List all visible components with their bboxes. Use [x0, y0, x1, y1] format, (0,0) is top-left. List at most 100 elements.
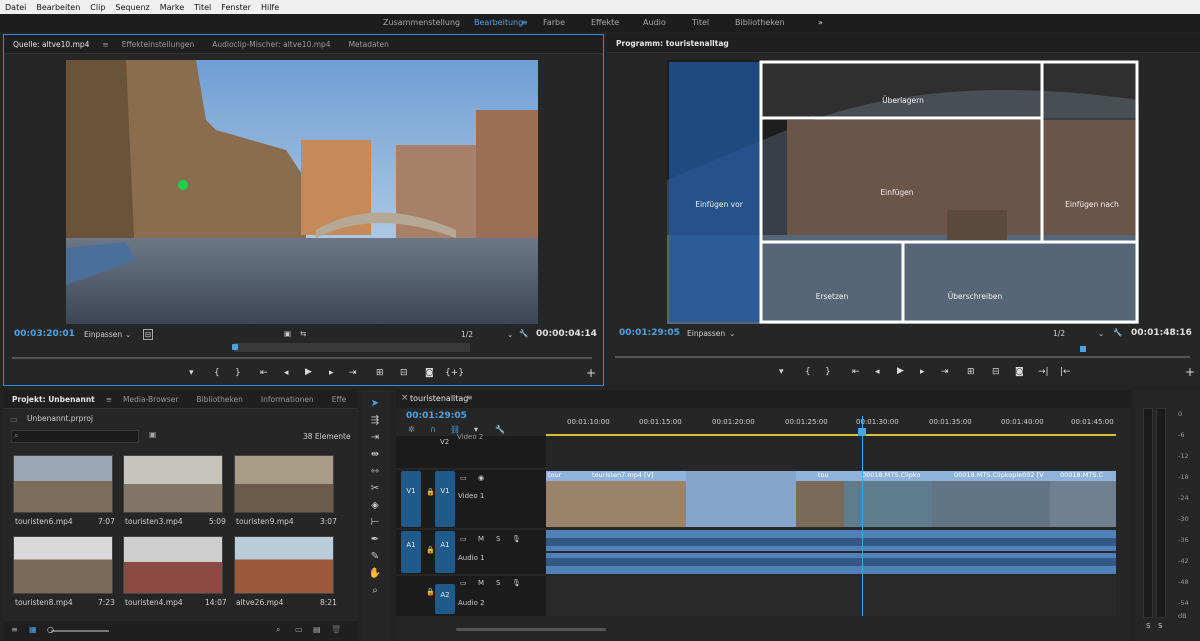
program-fit-dropdown[interactable]: Einpassen: [687, 329, 725, 338]
thumbnail-touristen4[interactable]: [123, 536, 223, 594]
insert-icon[interactable]: ⊞: [376, 368, 384, 378]
panel-menu-icon[interactable]: ≡: [104, 395, 114, 404]
workspace-tab-bibliotheken[interactable]: Bibliotheken: [735, 18, 785, 27]
marker-icon[interactable]: ▾: [779, 367, 784, 377]
solo-right-button[interactable]: S: [1158, 622, 1162, 630]
lock-icon[interactable]: 🔒: [426, 546, 435, 554]
solo-left-button[interactable]: S: [1146, 622, 1150, 630]
tab-effect-controls[interactable]: Effekteinstellungen: [113, 40, 204, 49]
workspace-tab-titel[interactable]: Titel: [692, 18, 709, 27]
marker-icon[interactable]: ▾: [189, 368, 194, 378]
new-item-icon[interactable]: ▤: [313, 625, 321, 634]
slip-icon[interactable]: ◈: [367, 500, 383, 511]
list-view-icon[interactable]: ≡: [11, 625, 18, 634]
track-target[interactable]: V1: [435, 471, 455, 527]
thumbnail-touristen9[interactable]: [234, 455, 334, 513]
zoom-icon[interactable]: ⌕: [367, 585, 383, 596]
program-scale-dropdown[interactable]: 1/2: [1053, 329, 1065, 338]
go-to-in-icon[interactable]: |←: [1060, 367, 1071, 377]
menu-sequenz[interactable]: Sequenz: [110, 3, 154, 12]
menu-datei[interactable]: Datei: [0, 3, 31, 12]
eye-icon[interactable]: ◉: [478, 474, 484, 482]
tab-media-browser[interactable]: Media-Browser: [114, 395, 187, 404]
zoom-handle-icon[interactable]: ○: [47, 625, 54, 634]
mute-button[interactable]: M: [478, 579, 484, 587]
tab-project[interactable]: Projekt: Unbenannt: [3, 395, 104, 404]
ripple-edit-icon[interactable]: ⇥: [367, 432, 383, 443]
step-forward-icon[interactable]: ▸: [920, 367, 925, 377]
track-target[interactable]: V2: [440, 438, 449, 446]
icon-view-icon[interactable]: ▦: [29, 625, 37, 634]
go-to-out-icon[interactable]: ⇥: [349, 368, 357, 378]
new-bin-icon[interactable]: ▣: [149, 430, 157, 439]
menu-marke[interactable]: Marke: [155, 3, 189, 12]
menu-titel[interactable]: Titel: [189, 3, 216, 12]
panel-menu-icon[interactable]: ≡: [98, 40, 112, 49]
workspace-tab-zusammenstellung[interactable]: Zusammenstellung: [383, 18, 460, 27]
chevron-down-icon[interactable]: ⌄: [507, 330, 513, 339]
rate-stretch-icon[interactable]: ⇿: [367, 466, 383, 477]
track-select-icon[interactable]: ⇶: [367, 415, 383, 426]
source-scrub-bar[interactable]: [12, 357, 592, 359]
tab-program[interactable]: Programm: touristenalltag: [607, 39, 738, 48]
track-target[interactable]: A2: [435, 584, 455, 614]
horizontal-scrollbar[interactable]: [456, 628, 606, 631]
mic-icon[interactable]: 🎙: [512, 579, 521, 587]
camera-icon[interactable]: ◙: [425, 368, 434, 378]
toggle-sync-icon[interactable]: ▭: [460, 579, 467, 587]
hand-icon[interactable]: ✋: [367, 568, 383, 579]
toggle-sync-icon[interactable]: ▭: [460, 535, 467, 543]
menu-fenster[interactable]: Fenster: [216, 3, 256, 12]
source-patch-v1[interactable]: V1: [401, 471, 421, 527]
extract-icon[interactable]: ⊟: [992, 367, 1000, 377]
rolling-edit-icon[interactable]: ⇹: [367, 449, 383, 460]
insert-after-drop-zone[interactable]: Einfügen nach: [1052, 200, 1132, 209]
step-forward-icon[interactable]: ▸: [329, 368, 334, 378]
search-input[interactable]: ⌕: [11, 430, 139, 443]
mark-in-icon[interactable]: {: [214, 368, 220, 378]
program-scrub-bar[interactable]: [615, 356, 1190, 358]
tab-source[interactable]: Quelle: altve10.mp4: [4, 40, 98, 49]
lift-icon[interactable]: ⊞: [967, 367, 975, 377]
camera-icon[interactable]: ◙: [1015, 367, 1024, 377]
program-playhead[interactable]: [1080, 346, 1086, 352]
source-fit-dropdown[interactable]: Einpassen: [84, 330, 122, 339]
source-timecode[interactable]: 00:03:20:01: [14, 329, 75, 339]
tab-info[interactable]: Informationen: [252, 395, 323, 404]
tab-audio-mixer[interactable]: Audioclip-Mischer: altve10.mp4: [203, 40, 339, 49]
panel-menu-icon[interactable]: ≡: [466, 393, 473, 402]
mute-button[interactable]: M: [478, 535, 484, 543]
timeline-timecode[interactable]: 00:01:29:05: [406, 411, 467, 421]
insert-before-drop-zone[interactable]: Einfügen vor: [669, 200, 769, 209]
workspace-more-icon[interactable]: »: [818, 18, 823, 27]
overwrite-icon[interactable]: ⊟: [400, 368, 408, 378]
button-editor-icon[interactable]: {+}: [445, 368, 464, 378]
wrench-icon[interactable]: 🔧: [495, 425, 505, 434]
chevron-down-icon[interactable]: ⌄: [729, 329, 735, 338]
gap-placeholder[interactable]: [686, 471, 796, 527]
mic-icon[interactable]: 🎙: [512, 535, 521, 543]
search-icon[interactable]: ⌕: [276, 625, 280, 635]
go-to-in-icon[interactable]: ⇤: [260, 368, 268, 378]
source-scale-dropdown[interactable]: 1/2: [461, 330, 473, 339]
pen-icon[interactable]: ✒: [367, 534, 383, 545]
video-clip[interactable]: 00018.MTS.Clipko: [844, 471, 932, 527]
audio-track-a1[interactable]: [546, 530, 1116, 574]
step-back-icon[interactable]: ◂: [284, 368, 289, 378]
wrench-icon[interactable]: 🔧: [519, 329, 528, 338]
video-clip[interactable]: 00018.MTS.Clipkople002 [V: [932, 471, 1050, 527]
tab-sequence[interactable]: touristenalltag: [410, 394, 468, 403]
slide-icon[interactable]: ⊢: [367, 517, 383, 528]
play-icon[interactable]: ▶: [897, 366, 904, 376]
selection-icon[interactable]: ➤: [367, 398, 383, 409]
workspace-tab-farbe[interactable]: Farbe: [543, 18, 565, 27]
source-inout-range[interactable]: [234, 343, 470, 352]
magnet-icon[interactable]: ∩: [430, 425, 436, 434]
video-clip[interactable]: tour touristen7.mp4 [V]: [546, 471, 686, 527]
solo-button[interactable]: S: [496, 579, 500, 587]
mark-out-icon[interactable]: }: [825, 367, 831, 377]
folder-icon[interactable]: ▭: [295, 625, 303, 634]
thumbnail-altve26[interactable]: [234, 536, 334, 594]
tab-libraries[interactable]: Bibliotheken: [187, 395, 252, 404]
thumbnail-touristen6[interactable]: [13, 455, 113, 513]
